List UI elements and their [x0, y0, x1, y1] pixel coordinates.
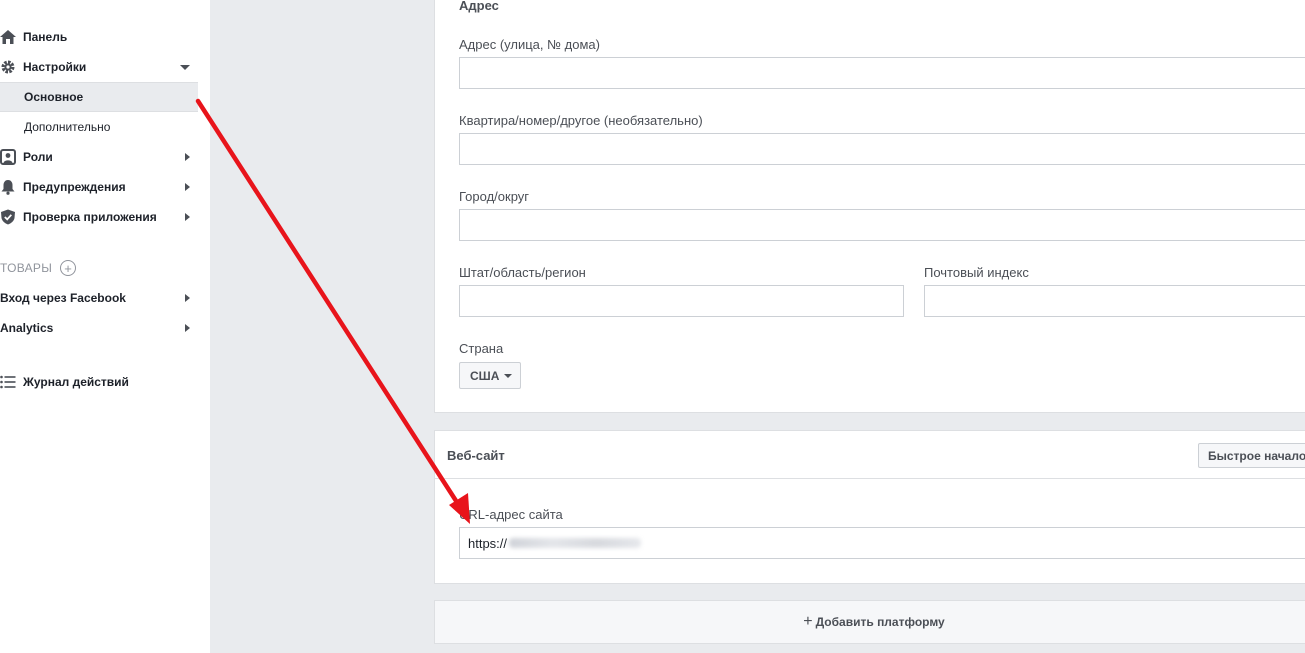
street-input[interactable]: [459, 57, 1305, 89]
blurred-domain: [509, 538, 642, 548]
home-icon: [0, 29, 16, 45]
sidebar-item-alerts[interactable]: Предупреждения: [0, 172, 198, 202]
sidebar-item-label: Вход через Facebook: [0, 291, 126, 305]
sidebar-item-label: Analytics: [0, 321, 54, 335]
sidebar-subitem-basic[interactable]: Основное: [0, 82, 198, 112]
street-label: Адрес (улица, № дома): [459, 37, 600, 52]
sidebar-item-label: Панель: [23, 30, 68, 44]
sidebar-item-label: Настройки: [23, 60, 87, 74]
country-label: Страна: [459, 341, 504, 356]
state-input[interactable]: [459, 285, 904, 317]
sidebar-item-label: Журнал действий: [23, 375, 129, 389]
country-value: США: [470, 368, 500, 383]
sidebar-subitem-advanced[interactable]: Дополнительно: [0, 112, 198, 142]
sidebar-item-activity-log[interactable]: Журнал действий: [0, 367, 198, 397]
plus-icon: +: [803, 613, 813, 630]
roles-icon: [0, 149, 16, 165]
sidebar-item-label: Проверка приложения: [23, 210, 157, 224]
gear-icon: [0, 59, 16, 75]
zip-label: Почтовый индекс: [924, 265, 1029, 280]
apartment-label: Квартира/номер/другое (необязательно): [459, 113, 703, 128]
site-url-label: URL-адрес сайта: [459, 507, 563, 522]
sidebar-item-facebook-login[interactable]: Вход через Facebook: [0, 283, 198, 313]
chevron-right-icon: [185, 324, 190, 332]
site-url-input[interactable]: https://: [459, 527, 1305, 559]
address-title: Адрес: [459, 0, 499, 13]
bell-icon: [0, 179, 16, 195]
sidebar-item-roles[interactable]: Роли: [0, 142, 198, 172]
chevron-right-icon: [185, 213, 190, 221]
sidebar-item-dashboard[interactable]: Панель: [0, 22, 198, 52]
add-platform-button[interactable]: + Добавить платформу: [434, 600, 1305, 644]
state-label: Штат/область/регион: [459, 265, 586, 280]
city-input[interactable]: [459, 209, 1305, 241]
quick-start-button[interactable]: Быстрое начало р: [1198, 443, 1305, 468]
chevron-down-icon: [504, 373, 513, 378]
add-platform-label: Добавить платформу: [815, 615, 945, 629]
sidebar: Панель Настройки Основное Дополнительно …: [0, 0, 210, 653]
sidebar-item-label: Основное: [24, 90, 84, 104]
list-icon: [0, 374, 16, 390]
website-card: Веб-сайт: [434, 430, 1305, 584]
chevron-right-icon: [185, 294, 190, 302]
add-product-icon[interactable]: +: [60, 260, 77, 276]
chevron-down-icon: [180, 65, 190, 70]
sidebar-item-settings[interactable]: Настройки: [0, 52, 198, 82]
country-select[interactable]: США: [459, 362, 521, 389]
city-label: Город/округ: [459, 189, 530, 204]
chevron-right-icon: [185, 153, 190, 161]
website-card-header: Веб-сайт: [435, 431, 1305, 479]
sidebar-item-label: Предупреждения: [23, 180, 126, 194]
zip-input[interactable]: [924, 285, 1305, 317]
sidebar-item-analytics[interactable]: Analytics: [0, 313, 198, 343]
chevron-right-icon: [185, 183, 190, 191]
sidebar-item-label: Дополнительно: [24, 120, 111, 134]
shield-icon: [0, 209, 16, 225]
website-title: Веб-сайт: [447, 448, 505, 463]
products-section-label: ТОВАРЫ +: [0, 260, 77, 276]
sidebar-item-label: Роли: [23, 150, 53, 164]
sidebar-item-app-review[interactable]: Проверка приложения: [0, 202, 198, 232]
site-url-value: https://: [468, 535, 508, 551]
apartment-input[interactable]: [459, 133, 1305, 165]
